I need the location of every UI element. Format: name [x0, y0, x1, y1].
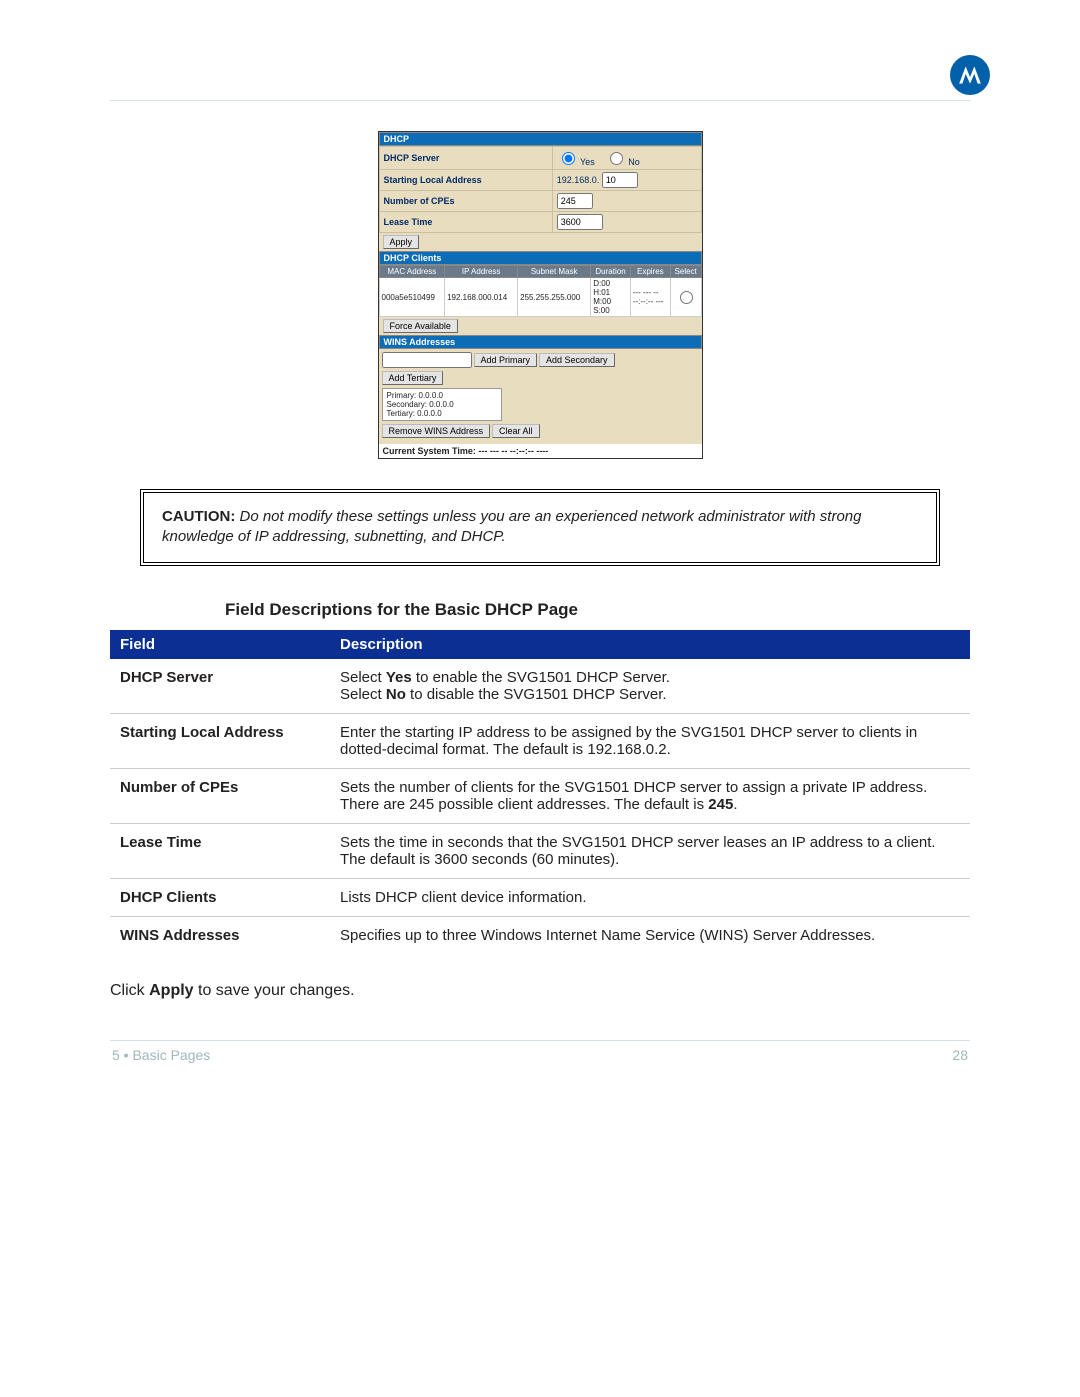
footer-page-number: 28: [952, 1047, 968, 1063]
clients-section-header: DHCP Clients: [379, 251, 702, 265]
table-row: Number of CPEsSets the number of clients…: [110, 768, 970, 823]
dhcp-config-panel: DHCP DHCP Server Yes No Starting Local A…: [378, 131, 703, 459]
dhcp-yes-radio[interactable]: Yes: [557, 157, 595, 167]
lease-input[interactable]: [557, 214, 603, 230]
start-addr-prefix: 192.168.0.: [557, 175, 600, 185]
table-row: WINS AddressesSpecifies up to three Wind…: [110, 916, 970, 954]
caution-box: CAUTION: Do not modify these settings un…: [140, 489, 940, 566]
field-description: Specifies up to three Windows Internet N…: [330, 916, 970, 954]
col-field: Field: [110, 630, 330, 659]
clear-all-button[interactable]: Clear All: [492, 424, 540, 438]
client-select-radio[interactable]: [680, 291, 693, 304]
footer-left: 5 • Basic Pages: [112, 1047, 210, 1063]
field-name: WINS Addresses: [110, 916, 330, 954]
field-description: Sets the number of clients for the SVG15…: [330, 768, 970, 823]
field-name: Starting Local Address: [110, 713, 330, 768]
add-secondary-button[interactable]: Add Secondary: [539, 353, 615, 367]
caution-label: CAUTION:: [162, 508, 235, 525]
closing-text: Click Apply to save your changes.: [110, 982, 970, 1000]
clients-table: MAC Address IP Address Subnet Mask Durat…: [379, 265, 702, 317]
system-time: Current System Time: --- --- -- --:--:--…: [379, 444, 702, 458]
wins-input[interactable]: [382, 352, 472, 368]
lease-label: Lease Time: [379, 212, 552, 233]
dhcp-section-header: DHCP: [379, 132, 702, 146]
add-primary-button[interactable]: Add Primary: [474, 353, 538, 367]
motorola-logo-icon: [950, 55, 990, 95]
table-row: DHCP ClientsLists DHCP client device inf…: [110, 878, 970, 916]
start-addr-label: Starting Local Address: [379, 170, 552, 191]
cpes-label: Number of CPEs: [379, 191, 552, 212]
force-available-button[interactable]: Force Available: [383, 319, 458, 333]
col-description: Description: [330, 630, 970, 659]
cpes-input[interactable]: [557, 193, 593, 209]
table-row: 000a5e510499 192.168.000.014 255.255.255…: [379, 278, 701, 317]
table-row: Lease TimeSets the time in seconds that …: [110, 823, 970, 878]
apply-button[interactable]: Apply: [383, 235, 420, 249]
footer-divider: [110, 1040, 970, 1041]
field-descriptions-table: Field Description DHCP ServerSelect Yes …: [110, 630, 970, 954]
wins-list: Primary: 0.0.0.0 Secondary: 0.0.0.0 Tert…: [382, 388, 502, 421]
caution-text: Do not modify these settings unless you …: [162, 508, 861, 545]
section-heading: Field Descriptions for the Basic DHCP Pa…: [225, 600, 970, 620]
dhcp-server-label: DHCP Server: [379, 147, 552, 170]
field-description: Enter the starting IP address to be assi…: [330, 713, 970, 768]
table-row: Starting Local AddressEnter the starting…: [110, 713, 970, 768]
field-description: Sets the time in seconds that the SVG150…: [330, 823, 970, 878]
field-name: Lease Time: [110, 823, 330, 878]
start-addr-input[interactable]: [602, 172, 638, 188]
field-name: Number of CPEs: [110, 768, 330, 823]
dhcp-no-radio[interactable]: No: [605, 157, 640, 167]
add-tertiary-button[interactable]: Add Tertiary: [382, 371, 444, 385]
field-name: DHCP Clients: [110, 878, 330, 916]
field-name: DHCP Server: [110, 659, 330, 714]
remove-wins-button[interactable]: Remove WINS Address: [382, 424, 491, 438]
wins-section-header: WINS Addresses: [379, 335, 702, 349]
header-divider: [110, 100, 970, 101]
field-description: Lists DHCP client device information.: [330, 878, 970, 916]
table-row: DHCP ServerSelect Yes to enable the SVG1…: [110, 659, 970, 714]
field-description: Select Yes to enable the SVG1501 DHCP Se…: [330, 659, 970, 714]
